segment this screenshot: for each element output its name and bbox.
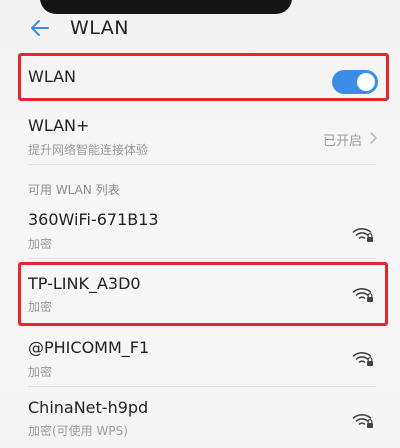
header-bar: WLAN bbox=[0, 10, 400, 50]
network-ssid: 360WiFi-671B13 bbox=[28, 210, 159, 229]
network-item-1[interactable]: 360WiFi-671B13 加密 bbox=[0, 202, 400, 258]
wlan-plus-status: 已开启 bbox=[322, 134, 362, 149]
wifi-locked-icon bbox=[352, 228, 373, 242]
wlan-plus-row[interactable]: WLAN+ 提升网络智能连接体验 已开启 bbox=[0, 108, 400, 164]
wifi-locked-icon bbox=[352, 288, 373, 302]
chevron-right-icon bbox=[370, 132, 377, 144]
network-ssid: ChinaNet-h9pd bbox=[28, 398, 149, 417]
network-list-section-label: 可用 WLAN 列表 bbox=[28, 183, 120, 197]
network-security: 加密 bbox=[28, 365, 53, 379]
page-title: WLAN bbox=[70, 17, 130, 39]
wlan-plus-title: WLAN+ bbox=[28, 116, 90, 135]
divider bbox=[28, 386, 376, 387]
wifi-locked-icon bbox=[352, 352, 373, 366]
toggle-knob bbox=[357, 73, 375, 91]
divider bbox=[28, 258, 376, 259]
wlan-toggle-row[interactable]: WLAN bbox=[0, 52, 400, 108]
network-item-4[interactable]: ChinaNet-h9pd 加密(可使用 WPS) bbox=[0, 390, 400, 446]
network-ssid: @PHICOMM_F1 bbox=[28, 338, 150, 357]
network-security: 加密 bbox=[28, 237, 53, 251]
network-ssid: TP-LINK_A3D0 bbox=[28, 274, 141, 293]
divider bbox=[28, 164, 376, 165]
wlan-toggle-switch[interactable] bbox=[332, 70, 378, 94]
wlan-settings-screen: WLAN WLAN WLAN+ 提升网络智能连接体验 已开启 可用 WLAN 列… bbox=[0, 0, 400, 448]
network-security: 加密 bbox=[28, 300, 53, 314]
network-security: 加密(可使用 WPS) bbox=[28, 424, 128, 438]
wlan-toggle-label: WLAN bbox=[28, 67, 77, 86]
network-item-3[interactable]: @PHICOMM_F1 加密 bbox=[0, 330, 400, 386]
wifi-locked-icon bbox=[352, 414, 373, 428]
wlan-plus-subtitle: 提升网络智能连接体验 bbox=[28, 143, 149, 157]
back-arrow-icon[interactable] bbox=[28, 16, 52, 40]
network-item-2[interactable]: TP-LINK_A3D0 加密 bbox=[0, 264, 400, 324]
